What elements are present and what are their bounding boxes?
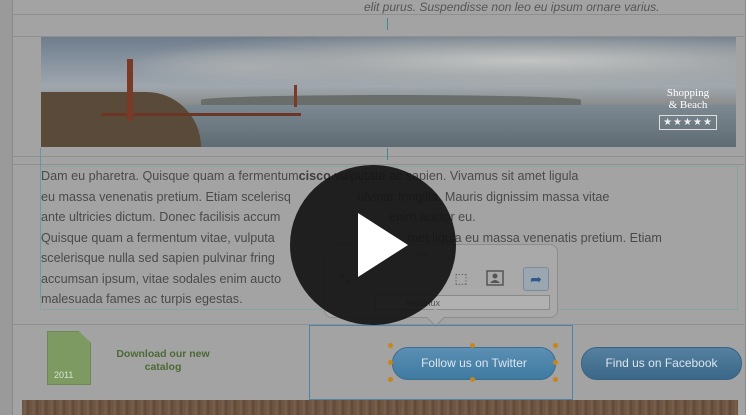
- banner-image[interactable]: Shopping & Beach ★★★★★: [41, 37, 736, 147]
- download-catalog-link[interactable]: Download our new catalog: [102, 348, 224, 374]
- resize-handle[interactable]: [470, 343, 475, 348]
- follow-twitter-button[interactable]: Follow us on Twitter: [392, 347, 556, 380]
- play-icon[interactable]: [290, 165, 456, 325]
- banner-cloud: [121, 47, 371, 87]
- resize-handle[interactable]: [553, 377, 558, 382]
- resize-handle[interactable]: [388, 343, 393, 348]
- section-divider: [12, 156, 744, 157]
- bridge-tower: [294, 85, 297, 107]
- resize-handle[interactable]: [553, 343, 558, 348]
- resize-handle[interactable]: [553, 360, 558, 365]
- wood-footer-strip: [22, 400, 738, 415]
- section-divider: [12, 14, 744, 15]
- resize-handle[interactable]: [388, 360, 393, 365]
- rating-badge: Shopping & Beach ★★★★★: [659, 87, 717, 135]
- banner-hillside: [41, 92, 201, 147]
- redo-arrow-icon[interactable]: ➦: [523, 267, 549, 291]
- editor-canvas: elit purus. Suspendisse non leo eu ipsum…: [0, 0, 746, 415]
- frame-tool-icon[interactable]: ⬚: [449, 267, 473, 289]
- bridge-tower: [127, 59, 133, 121]
- catalog-document-icon[interactable]: 2011: [47, 331, 91, 385]
- resize-handle[interactable]: [470, 377, 475, 382]
- catalog-year: 2011: [54, 370, 74, 380]
- banner-distant-hills: [201, 95, 581, 105]
- top-paragraph-text: elit purus. Suspendisse non leo eu ipsum…: [364, 0, 660, 14]
- badge-line1: Shopping: [666, 87, 710, 99]
- spacing-guide: [387, 148, 388, 160]
- facebook-button[interactable]: Find us on Facebook: [581, 347, 742, 380]
- badge-line2: & Beach: [668, 99, 708, 111]
- play-triangle: [358, 213, 408, 277]
- resize-handle[interactable]: [388, 377, 393, 382]
- star-rating: ★★★★★: [659, 115, 717, 130]
- spacing-guide: [387, 18, 388, 30]
- image-icon[interactable]: [483, 267, 507, 289]
